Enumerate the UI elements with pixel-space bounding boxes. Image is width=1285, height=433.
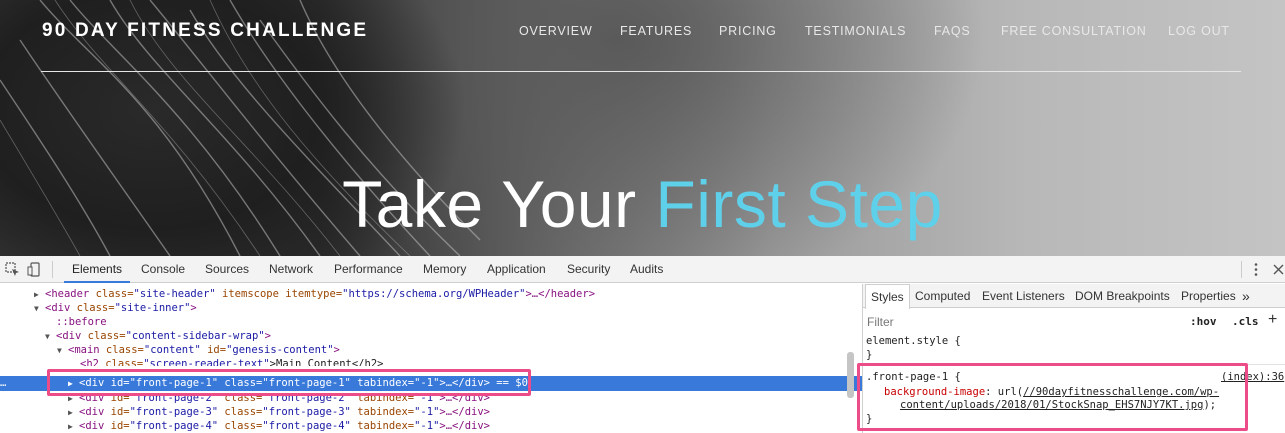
elements-scrollbar[interactable] [847, 352, 854, 398]
nav-free-consultation[interactable]: FREE CONSULTATION [1001, 24, 1147, 38]
dom-node-before[interactable]: ::before [0, 315, 862, 330]
dom-node-header[interactable]: ▶ <header class="site-header" itemscope i… [0, 287, 862, 302]
tab-properties[interactable]: Properties [1181, 284, 1236, 308]
tab-performance[interactable]: Performance [334, 256, 403, 283]
toolbar-separator [52, 261, 53, 278]
styles-filter-row: Filter :hov .cls + [863, 309, 1285, 335]
nav-faqs[interactable]: FAQS [934, 24, 971, 38]
device-toolbar-icon[interactable] [27, 262, 42, 277]
elements-tree: ▶ <header class="site-header" itemscope i… [0, 284, 862, 433]
tab-application[interactable]: Application [487, 256, 546, 283]
tab-event-listeners[interactable]: Event Listeners [982, 284, 1065, 308]
tab-styles[interactable]: Styles [865, 284, 910, 309]
dom-node-front-page-3[interactable]: ▶ <div id="front-page-3" class="front-pag… [0, 405, 862, 420]
nav-log-out[interactable]: LOG OUT [1168, 24, 1230, 38]
hero-section: 90 DAY FITNESS CHALLENGE OVERVIEW FEATUR… [0, 0, 1285, 256]
headline-accent: First Step [655, 167, 943, 241]
dom-node-main[interactable]: ▼ <main class="content" id="genesis-conte… [0, 343, 862, 358]
inspect-element-icon[interactable] [5, 262, 20, 277]
dom-node-h2[interactable]: <h2 class="screen-reader-text">Main Cont… [0, 357, 862, 366]
headline-main: Take Your [342, 167, 656, 241]
styles-filter-input[interactable]: Filter [867, 315, 894, 329]
dom-node-front-page-4[interactable]: ▶ <div id="front-page-4" class="front-pag… [0, 419, 862, 433]
main-nav: OVERVIEW FEATURES PRICING TESTIMONIALS F… [0, 24, 1285, 40]
expand-triangle-icon[interactable]: ▶ [68, 405, 79, 420]
collapse-triangle-icon[interactable]: ▼ [34, 301, 45, 316]
hover-state-toggle[interactable]: :hov [1190, 315, 1217, 328]
annotation-highlight-dom-node [47, 369, 531, 396]
close-devtools-icon[interactable] [1272, 262, 1285, 277]
tab-security[interactable]: Security [567, 256, 610, 283]
new-style-rule-icon[interactable]: + [1268, 311, 1277, 329]
nav-overview[interactable]: OVERVIEW [519, 24, 593, 38]
devtools: Elements Console Sources Network Perform… [0, 256, 1285, 433]
hero-headline: Take Your First Step [0, 166, 1285, 242]
element-style-selector[interactable]: element.style { [866, 335, 961, 348]
nav-features[interactable]: FEATURES [620, 24, 692, 38]
tab-elements[interactable]: Elements [64, 256, 131, 283]
dom-node-site-inner[interactable]: ▼ <div class="site-inner"> [0, 301, 862, 316]
tab-audits[interactable]: Audits [630, 256, 663, 283]
element-style-close: } [866, 349, 873, 361]
devtools-toolbar: Elements Console Sources Network Perform… [0, 256, 1285, 283]
tab-memory[interactable]: Memory [423, 256, 466, 283]
tab-network[interactable]: Network [269, 256, 313, 283]
expand-triangle-icon[interactable]: ▶ [68, 419, 79, 433]
nav-testimonials[interactable]: TESTIMONIALS [805, 24, 906, 38]
annotation-highlight-css-rule [857, 363, 1248, 431]
tab-console[interactable]: Console [141, 256, 185, 283]
collapse-triangle-icon[interactable]: ▼ [45, 329, 56, 344]
expand-triangle-icon[interactable]: ▶ [34, 287, 45, 302]
more-tabs-icon[interactable]: » [1242, 284, 1250, 308]
tab-computed[interactable]: Computed [915, 284, 970, 308]
nav-pricing[interactable]: PRICING [719, 24, 777, 38]
tab-sources[interactable]: Sources [205, 256, 249, 283]
class-toggle[interactable]: .cls [1232, 315, 1259, 328]
dom-node-content-sidebar-wrap[interactable]: ▼ <div class="content-sidebar-wrap"> [0, 329, 862, 344]
customize-menu-icon[interactable] [1254, 262, 1258, 277]
header-divider [41, 71, 1241, 72]
toolbar-separator-right [1241, 261, 1242, 278]
styles-tabbar: Styles Computed Event Listeners DOM Brea… [863, 284, 1285, 309]
tab-dom-breakpoints[interactable]: DOM Breakpoints [1075, 284, 1170, 308]
collapse-triangle-icon[interactable]: ▼ [57, 343, 68, 358]
